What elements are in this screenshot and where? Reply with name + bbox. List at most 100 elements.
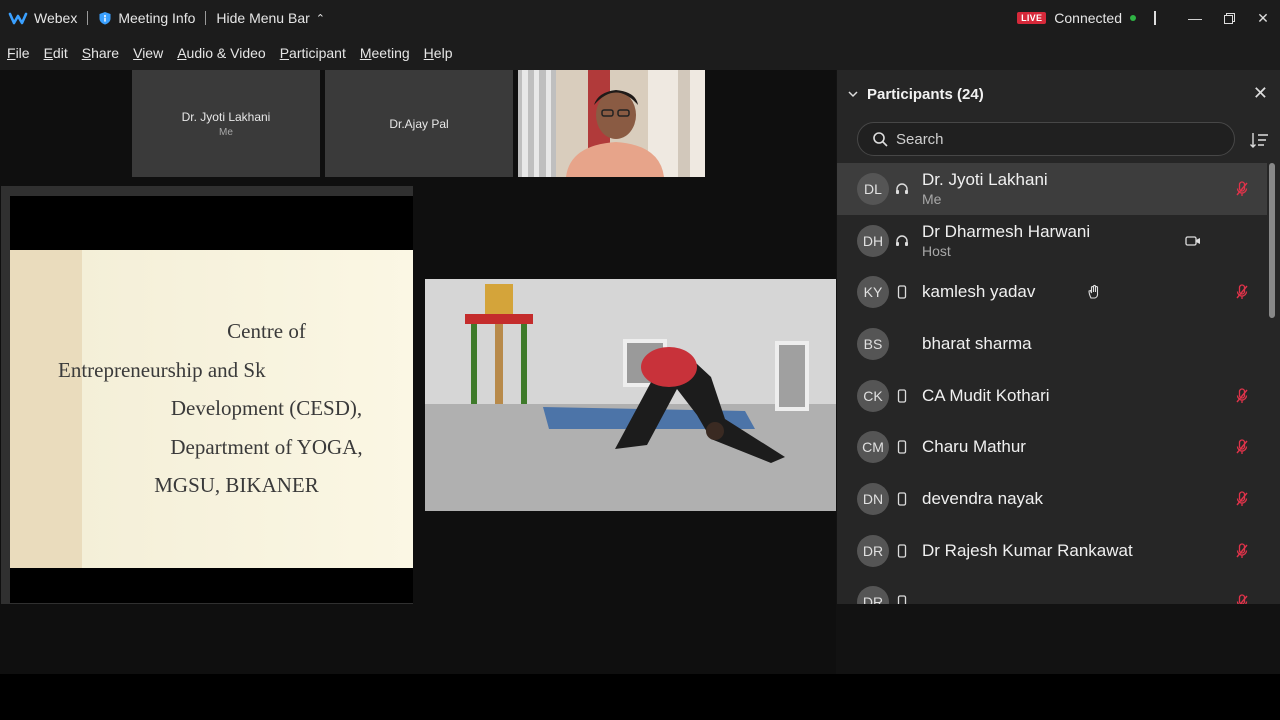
video-thumbnail-camera[interactable] (518, 70, 705, 177)
participant-name: Dr Rajesh Kumar Rankawat (922, 540, 1133, 560)
headset-icon (896, 183, 908, 194)
minimize-icon: — (1188, 10, 1202, 26)
video-thumbnail-self[interactable]: Dr. Jyoti Lakhani Me (132, 70, 320, 177)
participant-row[interactable]: CK CA Mudit Kothari (837, 370, 1267, 422)
close-window-button[interactable]: ✕ (1246, 0, 1280, 36)
slide-line: Entrepreneurship and Sk (58, 357, 266, 382)
app-name-label: Webex (34, 10, 78, 26)
participant-name: Charu Mathur (922, 437, 1026, 457)
webex-logo-icon (8, 12, 28, 25)
slide-line: Development (CESD), (170, 396, 363, 420)
restore-icon (1223, 12, 1235, 24)
mic-muted-icon[interactable] (1235, 594, 1249, 604)
participant-name: Dr. Jyoti Lakhani (922, 170, 1048, 190)
presentation-slide: Centre of Entrepreneurship and Sk Develo… (10, 250, 413, 568)
connection-status[interactable]: Connected (1054, 10, 1122, 26)
menu-meeting[interactable]: Meeting (360, 45, 410, 61)
sort-icon[interactable] (1249, 130, 1269, 150)
meeting-info-button[interactable]: Meeting Info (98, 10, 195, 26)
thumbnail-name: Dr.Ajay Pal (389, 116, 449, 131)
participants-scrollbar[interactable] (1269, 163, 1275, 598)
participants-title: Participants (24) (867, 85, 984, 103)
close-icon: ✕ (1257, 9, 1269, 26)
participant-name: devendra nayak (922, 488, 1043, 508)
phone-icon (897, 440, 907, 454)
avatar: KY (857, 276, 889, 309)
participant-row[interactable]: DL Dr. Jyoti Lakhani Me (837, 163, 1267, 215)
restore-button[interactable] (1212, 0, 1246, 36)
avatar: DH (857, 224, 889, 257)
meeting-stage: Dr. Jyoti Lakhani Me Dr.Ajay Pal Centre (0, 70, 836, 674)
phone-icon (897, 492, 907, 506)
video-thumbnail-participant[interactable]: Dr.Ajay Pal (325, 70, 513, 177)
bottom-letterbox (0, 674, 1280, 720)
avatar: BS (857, 327, 889, 360)
menu-share[interactable]: Share (82, 45, 119, 61)
thumbnail-sub: Me (219, 126, 233, 138)
shared-content-frame[interactable]: Centre of Entrepreneurship and Sk Develo… (1, 186, 413, 604)
menu-audio-video[interactable]: Audio & Video (177, 45, 265, 61)
participant-name: CA Mudit Kothari (922, 385, 1050, 405)
participant-row[interactable]: DR (837, 577, 1267, 604)
participant-role: Host (922, 243, 951, 260)
headset-icon (896, 234, 908, 246)
hide-menu-bar-label: Hide Menu Bar (216, 10, 310, 26)
participant-name: kamlesh yadav (922, 282, 1036, 302)
hide-menu-bar-button[interactable]: Hide Menu Bar ⌃ (216, 10, 325, 26)
slide-text: Centre of Entrepreneurship and Sk Develo… (58, 312, 413, 505)
participant-row[interactable]: KY kamlesh yadav (837, 266, 1267, 318)
separator (87, 11, 89, 25)
connected-dot-icon (1130, 15, 1136, 21)
title-bar: Webex Meeting Info Hide Menu Bar ⌃ LIVE … (0, 0, 1280, 36)
mic-muted-icon[interactable] (1235, 439, 1249, 455)
phone-icon (897, 388, 907, 403)
meeting-info-label: Meeting Info (118, 10, 196, 26)
menu-bar: File Edit Share View Audio & Video Parti… (0, 36, 1280, 70)
menu-help[interactable]: Help (424, 45, 453, 61)
participant-name: Dr Dharmesh Harwani (922, 222, 1091, 242)
yoga-video-image (425, 279, 836, 511)
slide-line: MGSU, BIKANER (154, 473, 319, 497)
avatar: DR (857, 534, 889, 567)
speaker-video-image (518, 70, 705, 177)
mic-muted-icon[interactable] (1235, 387, 1249, 404)
camera-icon[interactable] (1185, 235, 1201, 247)
participant-list: DL Dr. Jyoti Lakhani Me DH Dr Dharmesh H… (837, 163, 1267, 604)
thumbnail-name: Dr. Jyoti Lakhani (181, 109, 271, 124)
slide-side-strip (10, 250, 82, 568)
mic-muted-icon[interactable] (1235, 181, 1249, 197)
phone-icon (897, 544, 907, 558)
participant-row[interactable]: DR Dr Rajesh Kumar Rankawat (837, 525, 1267, 577)
mic-muted-icon[interactable] (1235, 543, 1249, 559)
avatar: DN (857, 482, 889, 515)
close-panel-icon[interactable]: ✕ (1253, 84, 1268, 102)
avatar: DL (857, 172, 889, 205)
menu-edit[interactable]: Edit (44, 45, 68, 61)
participants-panel: Participants (24) ✕ DL Dr. Jyoti Lakhani… (837, 70, 1280, 604)
scrollbar-thumb[interactable] (1269, 163, 1275, 318)
participant-search[interactable] (857, 122, 1235, 156)
active-speaker-video[interactable] (425, 279, 836, 511)
info-icon (99, 12, 111, 25)
minimize-button[interactable]: — (1178, 0, 1212, 36)
avatar: DR (857, 586, 889, 604)
separator (205, 11, 207, 25)
phone-icon (897, 595, 907, 604)
participant-row[interactable]: CM Charu Mathur (837, 421, 1267, 473)
menu-participant[interactable]: Participant (280, 45, 346, 61)
avatar: CK (857, 379, 889, 412)
mic-muted-icon[interactable] (1235, 491, 1249, 507)
menu-view[interactable]: View (133, 45, 163, 61)
slide-line: Centre of (227, 319, 306, 343)
signal-bar-icon (1154, 11, 1156, 25)
participant-row[interactable]: DN devendra nayak (837, 473, 1267, 525)
collapse-chevron-icon[interactable] (847, 88, 859, 100)
chevron-up-icon: ⌃ (315, 12, 325, 25)
mic-muted-icon[interactable] (1235, 284, 1249, 300)
participant-row[interactable]: BS bharat sharma (837, 318, 1267, 370)
participant-name: bharat sharma (922, 333, 1032, 353)
participant-row[interactable]: DH Dr Dharmesh Harwani Host (837, 215, 1267, 267)
search-input[interactable] (896, 130, 1196, 148)
menu-file[interactable]: File (7, 45, 30, 61)
app-name[interactable]: Webex (0, 10, 77, 26)
